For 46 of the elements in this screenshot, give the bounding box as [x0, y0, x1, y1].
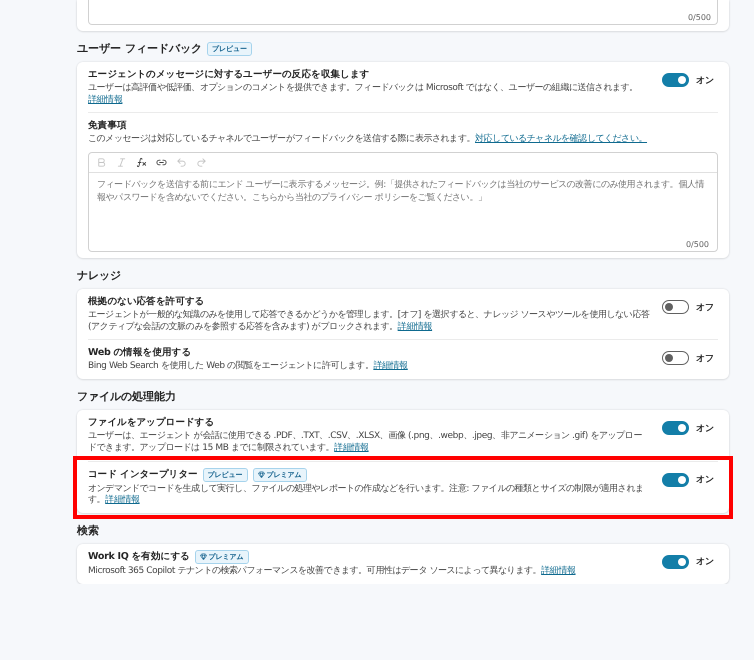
rich-text-editor[interactable]: フィードバックを送信する前にエンド ユーザーに表示するメッセージ。例:「提供されたフィードバックは当社のサービスの改善にのみ使用されます。個人情報やパスワードを含めないでください。こちらから当社のプライバシー ポリシーをご覧ください。」 0/500: [88, 152, 718, 252]
learn-more-link[interactable]: 詳細情報: [105, 495, 140, 506]
text-area[interactable]: 0/500: [88, 0, 718, 25]
section-title: ナレッジ: [77, 268, 121, 284]
toggle-state-label: オン: [696, 556, 714, 568]
setting-title: Web の情報を使用する: [88, 346, 192, 360]
toggle-switch[interactable]: [662, 300, 689, 314]
learn-more-link[interactable]: 詳細情報: [373, 361, 408, 372]
toggle-state-label: オン: [696, 74, 714, 86]
toggle-switch[interactable]: [662, 472, 689, 486]
toggle-state-label: オン: [696, 474, 714, 486]
learn-more-link[interactable]: 対応しているチャネルを確認してください。: [475, 134, 648, 144]
setting-description: オンデマンドでコードを生成して実行し、ファイルの処理やレポートの作成などを行います。注意: ファイルの種類とサイズの制限が適用されます。詳細情報: [88, 484, 644, 507]
setting-title: ファイルをアップロードする: [88, 416, 214, 430]
setting-description: このメッセージは対応しているチャネルでユーザーがフィードバックを送信する際に表示されます。対応しているチャネルを確認してください。: [88, 134, 648, 146]
section-title: 検索: [77, 522, 99, 538]
setting-title: Work IQ を有効にする: [88, 550, 190, 564]
setting-description: エージェントが一般的な知識のみを使用して応答できるかどうかを管理します。[オフ] を選択すると、ナレッジ ソースやツールを使用しない応答 (アクティブな会話の文脈のみを参照する応答を含みます) がブロックされます。詳細情報: [88, 310, 650, 334]
toggle-state-label: オフ: [696, 352, 714, 365]
toggle-state-label: オン: [696, 422, 714, 435]
character-counter: 0/500: [688, 13, 711, 22]
diamond-icon: [258, 471, 265, 478]
formula-icon[interactable]: [136, 157, 147, 168]
link-icon[interactable]: [156, 157, 167, 168]
setting-description: ユーザーは、エージェント が会話に使用できる .PDF、.TXT、.CSV、.XLSX、画像 (.png、.webp、.jpeg、非アニメーション .gif) をアップロードできます。アップロードは 15 MB までに制限されています。詳細情報: [88, 431, 643, 454]
learn-more-link[interactable]: 詳細情報: [334, 442, 369, 453]
diamond-icon: [200, 553, 207, 560]
setting-title: エージェントのメッセージに対するユーザーの反応を収集します: [88, 68, 370, 81]
setting-description: ユーザーは高評価や低評価、オプションのコメントを提供できます。フィードバックは Microsoft ではなく、ユーザーの組織に送信されます。 詳細情報: [88, 83, 639, 106]
section-title: ファイルの処理能力: [77, 389, 176, 404]
setting-description: Microsoft 365 Copilot テナントの検索パフォーマンスを改善できます。可用性はデータ ソースによって異なります。詳細情報: [88, 566, 577, 578]
section-title: ユーザー フィードバック: [77, 41, 202, 56]
toggle-switch[interactable]: [662, 73, 689, 87]
editor-placeholder: フィードバックを送信する前にエンド ユーザーに表示するメッセージ。例:「提供されたフィードバックは当社のサービスの改善にのみ使用されます。個人情報やパスワードを含めないでください。こちらから当社のプライバシー ポリシーをご覧ください。」: [97, 179, 706, 206]
learn-more-link[interactable]: 詳細情報: [88, 94, 122, 105]
toggle-state-label: オフ: [696, 302, 714, 314]
toggle-switch[interactable]: [662, 421, 689, 436]
setting-title: 根拠のない応答を許可する: [88, 295, 204, 308]
setting-title: 免責事項: [88, 119, 128, 132]
learn-more-link[interactable]: 詳細情報: [541, 566, 576, 576]
setting-title: コード インタープリター: [88, 468, 198, 481]
toggle-switch[interactable]: [662, 351, 689, 366]
learn-more-link[interactable]: 詳細情報: [398, 322, 432, 332]
character-counter: 0/500: [686, 240, 709, 250]
setting-description: Bing Web Search を使用した Web の閲覧をエージェントに許可します。詳細情報: [88, 361, 409, 374]
toggle-switch[interactable]: [662, 554, 689, 569]
